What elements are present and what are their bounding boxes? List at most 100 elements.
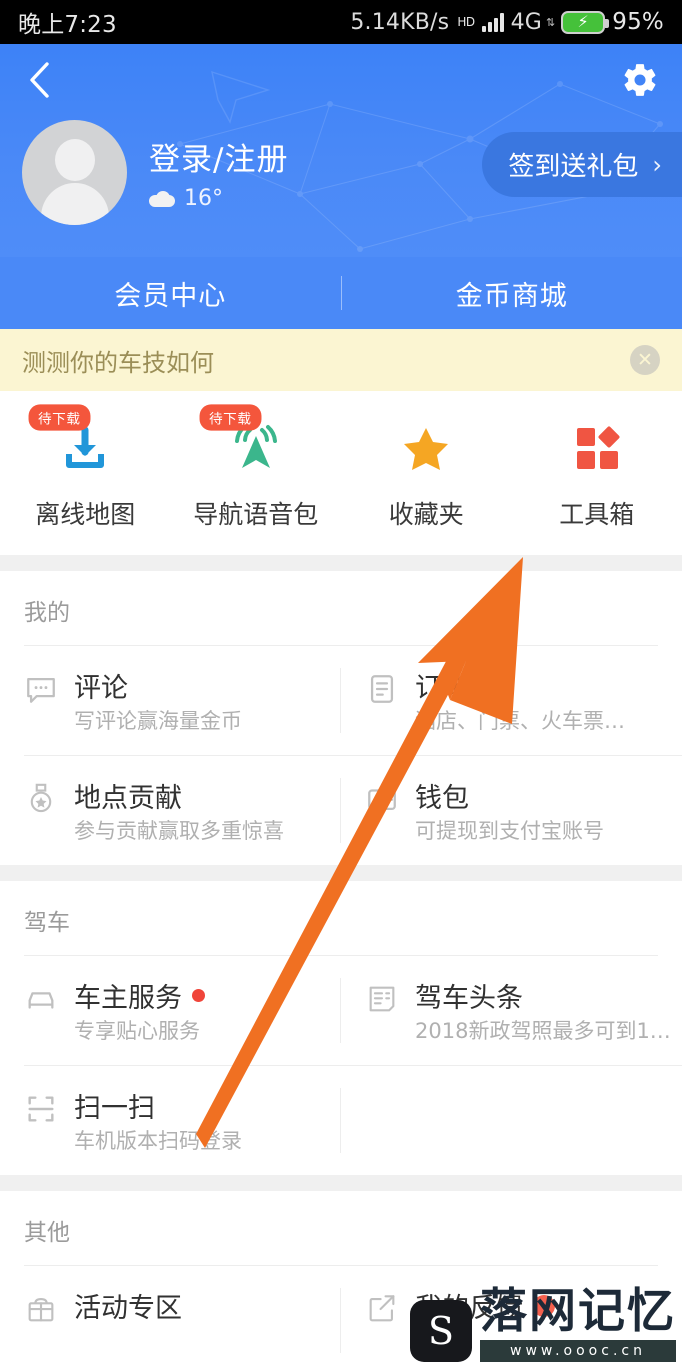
signin-label: 签到送礼包 — [508, 152, 639, 182]
watermark-logo-icon: S — [410, 1300, 472, 1362]
profile-header: 登录/注册 16° 签到送礼包 › — [0, 44, 682, 257]
list-item-body: 钱包 可提现到支付宝账号 — [415, 776, 664, 845]
list-item-place-contribution[interactable]: 地点贡献 参与贡献赢取多重惊喜 — [0, 756, 341, 865]
list-item-body: 车主服务 专享贴心服务 — [74, 976, 323, 1045]
promo-banner-text: 测测你的车技如何 — [22, 348, 214, 377]
news-headline-icon — [365, 982, 399, 1016]
promo-banner[interactable]: 测测你的车技如何 ✕ — [0, 329, 682, 391]
network-speed: 5.14KB/s — [350, 9, 450, 35]
list-item-title: 驾车头条 — [415, 983, 523, 1014]
tab-member-center[interactable]: 会员中心 — [0, 274, 341, 313]
battery-charging-icon: ⚡ — [561, 10, 610, 34]
list-item-subtitle: 可提现到支付宝账号 — [415, 819, 604, 843]
quick-item-offline-map[interactable]: 待下载 离线地图 — [0, 404, 171, 531]
weather-block: 16° — [149, 186, 288, 211]
list-item-wallet[interactable]: 钱包 可提现到支付宝账号 — [341, 756, 682, 865]
chevron-right-icon: › — [652, 150, 662, 179]
order-list-icon — [365, 672, 399, 706]
list-item-comment[interactable]: 评论 写评论赢海量金币 — [0, 646, 341, 755]
section-driving: 驾车 车主服务 专享贴心服务 驾车头条 2018新政驾照最多可到1… 扫一扫 车… — [0, 881, 682, 1175]
quick-item-badge: 待下载 — [199, 404, 261, 431]
tab-coin-mall[interactable]: 金币商城 — [342, 274, 682, 313]
section-rows: 评论 写评论赢海量金币 订单 酒店、门票、火车票… 地点贡献 参与贡献赢取多重惊… — [0, 646, 682, 865]
close-circle-icon[interactable]: ✕ — [630, 345, 660, 375]
list-item-subtitle: 车机版本扫码登录 — [74, 1129, 242, 1153]
list-item-subtitle: 酒店、门票、火车票… — [415, 709, 625, 733]
list-item-title-text: 车主服务 — [74, 983, 182, 1014]
hd-label: HD — [457, 15, 475, 29]
list-item-subtitle: 2018新政驾照最多可到1… — [415, 1019, 671, 1043]
section-title: 我的 — [24, 600, 70, 626]
feedback-edit-icon — [365, 1292, 399, 1326]
red-dot-badge — [192, 989, 205, 1002]
default-avatar-icon — [22, 120, 127, 225]
quick-item-nav-voice[interactable]: 待下载 导航语音包 — [171, 404, 342, 531]
network-type-label: 4G — [510, 9, 543, 35]
list-item-subtitle: 参与贡献赢取多重惊喜 — [74, 819, 284, 843]
scan-qr-icon — [24, 1092, 58, 1126]
section-title: 其他 — [24, 1220, 70, 1246]
comment-bubble-icon — [24, 672, 58, 706]
quick-item-label: 导航语音包 — [193, 500, 319, 529]
gear-icon[interactable] — [620, 60, 660, 100]
list-item-scan[interactable]: 扫一扫 车机版本扫码登录 — [0, 1066, 341, 1175]
quick-item-toolbox[interactable]: 工具箱 — [512, 417, 682, 531]
app-screen: 晚上7:23 5.14KB/s HD 4G ⇅ ⚡ 95% 登录/注册 16° … — [0, 0, 682, 1364]
star-favorite-icon — [395, 417, 457, 479]
list-item-activity-zone[interactable]: 活动专区 — [0, 1266, 341, 1364]
list-item-title: 评论 — [74, 673, 128, 704]
data-arrows-icon: ⇅ — [546, 15, 555, 29]
section-mine: 我的 评论 写评论赢海量金币 订单 酒店、门票、火车票… 地点贡献 参与贡献赢取… — [0, 571, 682, 865]
header-topbar — [0, 44, 682, 116]
quick-item-label: 离线地图 — [35, 500, 136, 529]
section-gap — [0, 865, 682, 881]
quick-item-favorites[interactable]: 收藏夹 — [341, 417, 512, 531]
profile-info: 登录/注册 16° — [149, 134, 288, 211]
list-item-body: 驾车头条 2018新政驾照最多可到1… — [415, 976, 671, 1045]
status-bar: 晚上7:23 5.14KB/s HD 4G ⇅ ⚡ 95% — [0, 0, 682, 44]
watermark: S 落网记忆 www.oooc.cn — [410, 1288, 676, 1362]
battery-percent: 95% — [612, 9, 664, 35]
section-gap — [0, 555, 682, 571]
avatar[interactable] — [22, 120, 127, 225]
signal-bars-icon — [481, 12, 504, 32]
toolbox-grid-icon — [566, 417, 628, 479]
temperature-label: 16° — [184, 186, 223, 211]
list-item-body: 地点贡献 参与贡献赢取多重惊喜 — [74, 776, 323, 845]
list-item-body: 活动专区 — [74, 1286, 323, 1325]
header-tabs: 会员中心 金币商城 — [0, 257, 682, 329]
quick-action-grid: 待下载 离线地图 待下载 导航语音包 收藏夹 工具箱 — [0, 391, 682, 555]
list-item-body: 扫一扫 车机版本扫码登录 — [74, 1086, 323, 1155]
list-item-title: 活动专区 — [74, 1293, 182, 1324]
quick-item-label: 收藏夹 — [388, 500, 464, 529]
list-item-subtitle: 写评论赢海量金币 — [74, 709, 242, 733]
login-register-label[interactable]: 登录/注册 — [149, 134, 288, 179]
car-service-icon — [24, 982, 58, 1016]
quick-item-badge: 待下载 — [28, 404, 90, 431]
list-item-driving-news[interactable]: 驾车头条 2018新政驾照最多可到1… — [341, 956, 682, 1065]
medal-contribution-icon — [24, 782, 58, 816]
status-right-cluster: 5.14KB/s HD 4G ⇅ ⚡ 95% — [350, 9, 664, 35]
section-gap — [0, 1175, 682, 1191]
back-chevron-icon[interactable] — [22, 62, 56, 98]
list-item-title: 地点贡献 — [74, 783, 182, 814]
watermark-brand: 落网记忆 — [480, 1284, 676, 1339]
list-item-body: 评论 写评论赢海量金币 — [74, 666, 323, 735]
status-time: 晚上7:23 — [18, 12, 117, 38]
quick-item-label: 工具箱 — [559, 500, 635, 529]
watermark-url: www.oooc.cn — [480, 1340, 676, 1362]
cloud-icon — [149, 190, 175, 207]
list-item-title: 订单 — [415, 673, 469, 704]
list-item-body: 订单 酒店、门票、火车票… — [415, 666, 664, 735]
signin-gift-button[interactable]: 签到送礼包 › — [482, 132, 682, 197]
watermark-text-block: 落网记忆 www.oooc.cn — [480, 1288, 676, 1362]
list-item-subtitle: 专享贴心服务 — [74, 1019, 200, 1043]
list-item-owner-service[interactable]: 车主服务 专享贴心服务 — [0, 956, 341, 1065]
list-item-orders[interactable]: 订单 酒店、门票、火车票… — [341, 646, 682, 755]
list-item-title: 车主服务 — [74, 976, 323, 1015]
gift-activity-icon — [24, 1292, 58, 1326]
section-rows: 车主服务 专享贴心服务 驾车头条 2018新政驾照最多可到1… 扫一扫 车机版本… — [0, 956, 682, 1175]
list-item-empty — [341, 1066, 682, 1175]
section-title: 驾车 — [24, 910, 70, 936]
list-item-title: 钱包 — [415, 783, 469, 814]
